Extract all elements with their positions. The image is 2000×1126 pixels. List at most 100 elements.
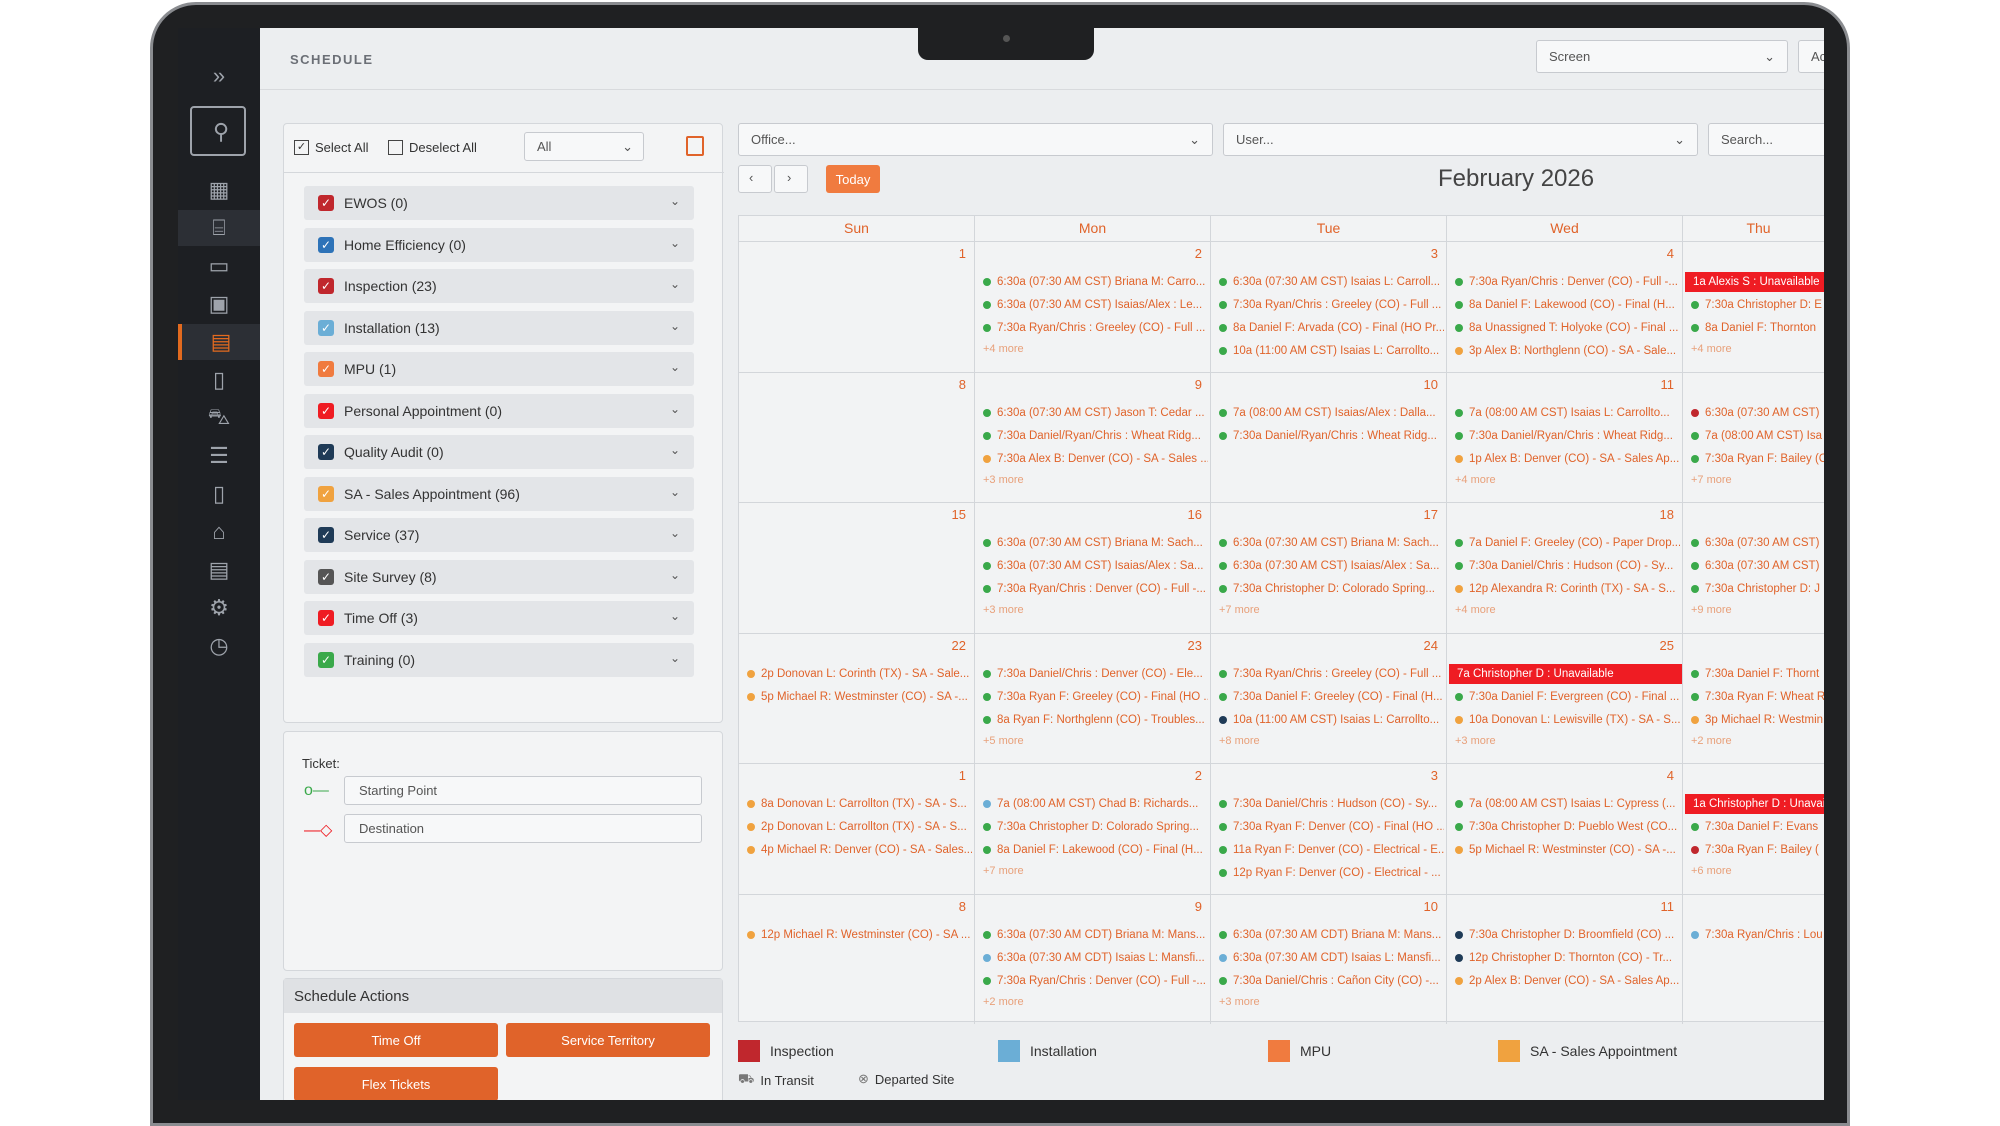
select-all-checkbox[interactable]: ✓ Select All [294, 140, 368, 155]
more-link[interactable]: +2 more [983, 996, 1024, 1008]
table-icon[interactable]: ▤ [178, 552, 260, 588]
calendar-event[interactable]: 12p Michael R: Westminster (CO) - SA ... [747, 925, 972, 945]
calendar-event[interactable]: 10a (11:00 AM CST) Isaias L: Carrollto..… [1219, 710, 1444, 730]
more-link[interactable]: +4 more [1691, 343, 1732, 355]
calendar-event[interactable]: 7:30a Christopher D: E [1691, 295, 1824, 315]
time-off-button[interactable]: Time Off [294, 1023, 498, 1057]
calendar-event[interactable]: 8a Daniel F: Arvada (CO) - Final (HO Pr.… [1219, 318, 1444, 338]
calendar-event[interactable]: 6:30a (07:30 AM CST) Briana M: Sach... [1219, 533, 1444, 553]
calendar-event[interactable]: 7:30a Ryan/Chris : Greeley (CO) - Full .… [1219, 664, 1444, 684]
check-icon[interactable]: ✓ [318, 402, 334, 419]
calendar-event[interactable]: 12p Christopher D: Thornton (CO) - Tr... [1455, 948, 1680, 968]
calendar-event[interactable]: 12p Ryan F: Denver (CO) - Electrical - .… [1219, 863, 1444, 883]
calendar-event[interactable]: 7:30a Daniel/Chris : Denver (CO) - Ele..… [983, 664, 1208, 684]
check-icon[interactable]: ✓ [318, 236, 334, 253]
calendar-event[interactable]: 8a Unassigned T: Holyoke (CO) - Final ..… [1455, 318, 1680, 338]
chevron-down-icon[interactable]: ⌄ [670, 194, 680, 208]
chevron-down-icon[interactable]: ⌄ [670, 277, 680, 291]
account-select[interactable]: Acco [1798, 40, 1824, 73]
check-icon[interactable]: ✓ [318, 527, 334, 543]
check-icon[interactable]: ✓ [318, 444, 334, 460]
calendar-event[interactable]: 7:30a Daniel/Ryan/Chris : Wheat Ridg... [1219, 426, 1444, 446]
unavailable-event[interactable]: 7a Christopher D : Unavailable [1449, 663, 1682, 684]
day-cell[interactable]: 10 6:30a (07:30 AM CDT) Briana M: Mans...… [1211, 893, 1447, 1024]
calendar-event[interactable]: 7:30a Daniel/Chris : Cañon City (CO) -..… [1219, 971, 1444, 991]
calendar-event[interactable]: 7:30a Ryan F: Wheat R [1691, 687, 1824, 707]
vehicle-icon[interactable]: ⛍ [178, 400, 260, 436]
calendar-event[interactable]: 7:30a Daniel/Chris : Hudson (CO) - Sy... [1219, 794, 1444, 814]
today-button[interactable]: Today [826, 165, 880, 193]
chevron-down-icon[interactable]: ⌄ [670, 402, 680, 416]
day-cell[interactable]: 4 7:30a Ryan/Chris : Denver (CO) - Full -… [1447, 241, 1683, 372]
more-link[interactable]: +7 more [1219, 604, 1260, 616]
calendar-event[interactable]: 7:30a Ryan F: Denver (CO) - Final (HO ..… [1219, 817, 1444, 837]
service-territory-button[interactable]: Service Territory [506, 1023, 710, 1057]
calendar-event[interactable]: 5p Michael R: Westminster (CO) - SA -... [1455, 840, 1680, 860]
calendar-event[interactable]: 7:30a Christopher D: Colorado Spring... [983, 817, 1208, 837]
calendar-event[interactable]: 7a (08:00 AM CST) Isaias L: Carrollto... [1455, 403, 1680, 423]
calendar-event[interactable]: 6:30a (07:30 AM CST) Jason T: Cedar ... [983, 403, 1208, 423]
calendar-event[interactable]: 7:30a Ryan/Chris : Greeley (CO) - Full .… [1219, 295, 1444, 315]
contacts-icon[interactable]: ▣ [178, 286, 260, 322]
day-cell[interactable]: 9 6:30a (07:30 AM CDT) Briana M: Mans... 6… [975, 893, 1211, 1024]
calendar-event[interactable]: 2p Donovan L: Carrollton (TX) - SA - S..… [747, 817, 972, 837]
calendar-event[interactable]: 12p Alexandra R: Corinth (TX) - SA - S..… [1455, 579, 1680, 599]
category-row[interactable]: ✓ Service (37) ⌄ [304, 518, 694, 552]
calendar-event[interactable]: 7:30a Christopher D: Pueblo West (CO... [1455, 817, 1680, 837]
calendar-event[interactable]: 8a Daniel F: Thornton [1691, 318, 1824, 338]
chevron-down-icon[interactable]: ⌄ [670, 651, 680, 665]
more-link[interactable]: +4 more [1455, 474, 1496, 486]
more-link[interactable]: +3 more [1455, 735, 1496, 747]
day-cell[interactable]: 3 6:30a (07:30 AM CST) Isaias L: Carroll.… [1211, 241, 1447, 372]
calendar-event[interactable]: 4p Michael R: Denver (CO) - SA - Sales..… [747, 840, 972, 860]
check-icon[interactable]: ✓ [318, 568, 334, 585]
flex-tickets-button[interactable]: Flex Tickets [294, 1067, 498, 1100]
office-select[interactable]: Office... ⌄ [738, 123, 1213, 156]
calendar-event[interactable]: 6:30a (07:30 AM CDT) Isaias L: Mansfi... [1219, 948, 1444, 968]
day-cell[interactable]: 17 6:30a (07:30 AM CST) Briana M: Sach...… [1211, 502, 1447, 633]
calendar-event[interactable]: 6:30a (07:30 AM CDT) Isaias L: Mansfi... [983, 948, 1208, 968]
day-cell[interactable]: 24 7:30a Ryan/Chris : Greeley (CO) - Full… [1211, 632, 1447, 763]
calendar-event[interactable]: 1p Alex B: Denver (CO) - SA - Sales Ap..… [1455, 449, 1680, 469]
day-cell[interactable]: 9 6:30a (07:30 AM CST) Jason T: Cedar ...… [975, 371, 1211, 502]
calendar-event[interactable]: 8a Donovan L: Carrollton (TX) - SA - S..… [747, 794, 972, 814]
calendar-event[interactable]: 7:30a Ryan/Chris : Denver (CO) - Full -.… [983, 579, 1208, 599]
day-cell[interactable]: 8 [739, 371, 975, 502]
day-cell[interactable]: 2 6:30a (07:30 AM CST) Briana M: Carro...… [975, 241, 1211, 372]
calendar-event[interactable]: 7:30a Daniel F: Evans [1691, 817, 1824, 837]
training-icon[interactable]: ⌂ [178, 514, 260, 550]
more-link[interactable]: +5 more [983, 735, 1024, 747]
more-link[interactable]: +6 more [1691, 865, 1732, 877]
calendar-event[interactable]: 7:30a Christopher D: Broomfield (CO) ... [1455, 925, 1680, 945]
calendar-event[interactable]: 7a Daniel F: Greeley (CO) - Paper Drop..… [1455, 533, 1680, 553]
calendar-event[interactable]: 11a Ryan F: Denver (CO) - Electrical - E… [1219, 840, 1444, 860]
calendar-event[interactable]: 8a Daniel F: Lakewood (CO) - Final (H... [983, 840, 1208, 860]
calendar-event[interactable]: 7:30a Christopher D: J [1691, 579, 1824, 599]
calendar-event[interactable]: 6:30a (07:30 AM CST) [1691, 556, 1824, 576]
destination-input[interactable]: Destination [344, 814, 702, 843]
day-cell[interactable]: 7:30a Daniel F: Thornt 7:30a Ryan F: Whea… [1683, 632, 1824, 764]
calendar-event[interactable]: 8a Ryan F: Northglenn (CO) - Troubles... [983, 710, 1208, 730]
calendar-event[interactable]: 7:30a Daniel/Ryan/Chris : Wheat Ridg... [983, 426, 1208, 446]
more-link[interactable]: +3 more [1219, 996, 1260, 1008]
calendar-event[interactable]: 10a (11:00 AM CST) Isaias L: Carrollto..… [1219, 341, 1444, 361]
category-row[interactable]: ✓ MPU (1) ⌄ [304, 352, 694, 386]
calendar-event[interactable]: 7a (08:00 AM CST) Isaias L: Cypress (... [1455, 794, 1680, 814]
calendar-event[interactable]: 7:30a Daniel F: Thornt [1691, 664, 1824, 684]
more-link[interactable]: +7 more [983, 865, 1024, 877]
check-icon[interactable]: ✓ [318, 361, 334, 377]
user-settings-icon[interactable]: ⚙ [178, 590, 260, 626]
day-cell[interactable]: 15 [739, 502, 975, 633]
unavailable-event[interactable]: 1a Christopher D : Unavai [1685, 794, 1824, 814]
chevron-down-icon[interactable]: ⌄ [670, 360, 680, 374]
day-cell[interactable]: 4 7a (08:00 AM CST) Isaias L: Cypress (..… [1447, 763, 1683, 894]
more-link[interactable]: +9 more [1691, 604, 1732, 616]
check-icon[interactable]: ✓ [318, 485, 334, 502]
day-cell[interactable]: 25 7a Christopher D : Unavailable 7:30a Da… [1447, 632, 1683, 763]
day-cell[interactable]: 22 2p Donovan L: Corinth (TX) - SA - Sale… [739, 632, 975, 763]
search-input[interactable]: Search... [1708, 123, 1824, 156]
day-cell[interactable]: 7:30a Ryan/Chris : Lou [1683, 893, 1824, 1025]
screen-select[interactable]: Screen ⌄ [1536, 40, 1788, 73]
chevron-down-icon[interactable]: ⌄ [670, 443, 680, 457]
day-cell[interactable]: 18 7a Daniel F: Greeley (CO) - Paper Drop… [1447, 502, 1683, 633]
